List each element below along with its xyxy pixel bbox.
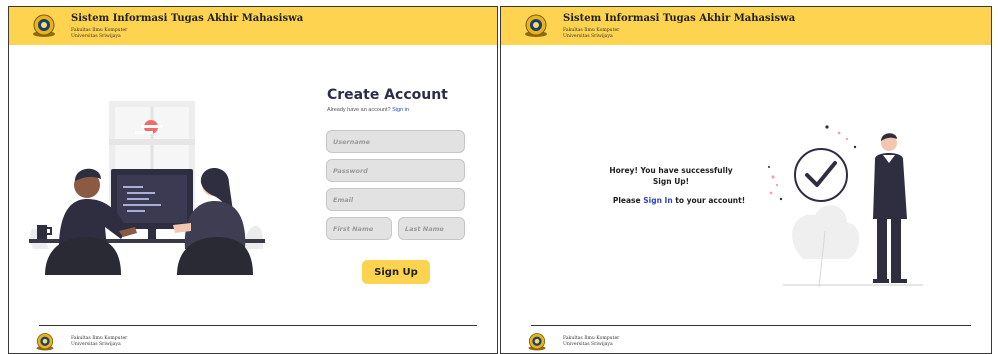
site-title: Sistem Informasi Tugas Akhir Mahasiswa <box>563 13 796 24</box>
faculty-name: Fakultas Ilmu Komputer <box>71 28 128 33</box>
footer-faculty: Fakultas Ilmu Komputer <box>71 336 128 341</box>
footer-divider <box>531 325 971 326</box>
success-line-1: Horey! You have successfully <box>609 166 733 175</box>
university-logo-icon <box>33 14 55 37</box>
signup-page: Sistem Informasi Tugas Akhir Mahasiswa F… <box>8 6 498 354</box>
signup-success-page: Sistem Informasi Tugas Akhir Mahasiswa F… <box>500 6 992 354</box>
university-name: Universitas Sriwijaya <box>563 34 613 39</box>
email-input[interactable] <box>326 188 465 211</box>
footer-logo-icon <box>36 333 54 351</box>
footer-faculty: Fakultas Ilmu Komputer <box>563 336 620 341</box>
signin-prompt-prefix: Please <box>612 196 641 205</box>
signup-button[interactable]: Sign Up <box>362 260 430 284</box>
university-logo-icon <box>525 14 547 37</box>
footer-divider <box>39 325 477 326</box>
footer-university: Universitas Sriwijaya <box>71 342 121 347</box>
university-name: Universitas Sriwijaya <box>71 34 121 39</box>
header: Sistem Informasi Tugas Akhir Mahasiswa F… <box>9 7 497 45</box>
footer-university: Universitas Sriwijaya <box>563 342 613 347</box>
success-message: Horey! You have successfully Sign Up! <box>591 165 751 187</box>
have-account-label: Already have an account? <box>327 107 391 113</box>
last-name-input[interactable] <box>398 217 465 240</box>
signin-prompt-suffix: to your account! <box>675 196 746 205</box>
faculty-name: Fakultas Ilmu Komputer <box>563 28 620 33</box>
site-title: Sistem Informasi Tugas Akhir Mahasiswa <box>71 13 304 24</box>
success-illustration <box>768 125 923 288</box>
create-account-title: Create Account <box>327 87 448 103</box>
success-line-2: Sign Up! <box>652 177 690 186</box>
username-input[interactable] <box>326 130 465 153</box>
signin-prompt: Please Sign In to your account! <box>579 196 779 205</box>
password-input[interactable] <box>326 159 465 182</box>
signin-link[interactable]: Sign In <box>643 196 672 205</box>
first-name-input[interactable] <box>326 217 392 240</box>
signin-link[interactable]: Sign in <box>392 107 409 113</box>
header: Sistem Informasi Tugas Akhir Mahasiswa F… <box>501 7 991 45</box>
footer-logo-icon <box>528 333 546 351</box>
have-account-text: Already have an account? Sign in <box>327 107 409 113</box>
developers-illustration <box>29 101 265 275</box>
